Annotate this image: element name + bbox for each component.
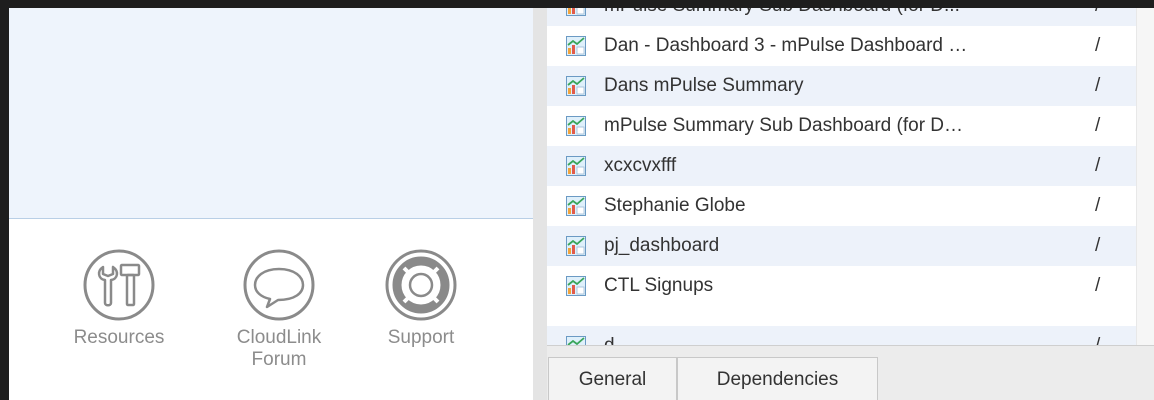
list-item[interactable]: pj_dashboard / (547, 226, 1137, 266)
dashboard-name: Dan - Dashboard 3 - mPulse Dashboard … (604, 35, 968, 56)
list-item[interactable]: xcxcvxfff / (547, 146, 1137, 186)
dashboard-name: mPulse Summary Sub Dashboard (for D... (604, 8, 960, 17)
list-item[interactable]: Stephanie Globe / (547, 186, 1137, 226)
cloudlink-forum-label: CloudLink Forum (236, 327, 322, 370)
dashboard-icon (566, 196, 586, 216)
dashboard-path: / (1095, 275, 1101, 296)
dashboard-icon (566, 36, 586, 56)
dashboard-list: mPulse Summary Sub Dashboard (for D... /… (547, 8, 1154, 345)
lifebuoy-icon (385, 249, 457, 321)
resources-label: Resources (73, 327, 165, 348)
dashboard-icon (566, 336, 586, 345)
support-link[interactable]: Support (351, 247, 491, 349)
tab-dependencies[interactable]: Dependencies (677, 357, 878, 400)
dashboard-icon (566, 156, 586, 176)
dashboard-name: Stephanie Globe (604, 195, 746, 216)
resources-link[interactable]: Resources (49, 247, 189, 349)
dashboard-icon (566, 276, 586, 296)
dashboard-icon (566, 76, 586, 96)
dashboard-path: / (1095, 75, 1101, 96)
dashboard-path: / (1095, 155, 1101, 176)
dashboard-path: / (1095, 35, 1101, 56)
list-item[interactable]: CTL Signups / (547, 266, 1137, 306)
list-item[interactable]: mPulse Summary Sub Dashboard (for D... / (547, 8, 1137, 26)
speech-bubble-icon (243, 249, 315, 321)
tab-general[interactable]: General (548, 357, 677, 400)
support-label: Support (387, 327, 455, 348)
left-content-area (9, 8, 533, 219)
app-window: Resources CloudLink Forum Support Dan - … (0, 0, 1154, 400)
cloudlink-forum-link[interactable]: CloudLink Forum (209, 247, 349, 371)
left-panel: Resources CloudLink Forum Support (9, 8, 533, 400)
dashboard-name: mPulse Summary Sub Dashboard (for D… (604, 115, 964, 136)
dashboard-path: / (1095, 115, 1101, 136)
dashboard-path: / (1095, 8, 1100, 17)
dashboard-icon (566, 236, 586, 256)
window-top-border (0, 0, 1154, 8)
list-item[interactable]: Dan - Dashboard 3 - mPulse Dashboard … / (547, 26, 1137, 66)
help-links: Resources CloudLink Forum Support (9, 219, 533, 400)
tools-icon (83, 249, 155, 321)
list-item[interactable]: mPulse Summary Sub Dashboard (for D… / (547, 106, 1137, 146)
dashboard-name: CTL Signups (604, 275, 714, 296)
dashboard-icon (566, 116, 586, 136)
list-item[interactable]: Dans mPulse Summary / (547, 66, 1137, 106)
dashboard-path: / (1095, 235, 1101, 256)
dashboard-path: / (1095, 195, 1101, 216)
dashboard-name: pj_dashboard (604, 235, 720, 256)
dashboard-name: Dans mPulse Summary (604, 75, 804, 96)
pane-splitter[interactable] (533, 8, 547, 400)
list-item[interactable]: d... / (547, 326, 1137, 345)
details-tabs: General Dependencies (547, 345, 1154, 400)
window-left-border (0, 0, 9, 400)
list-scrollbar[interactable] (1136, 8, 1154, 345)
dashboard-icon (566, 8, 586, 16)
dashboard-name: d... (604, 335, 630, 345)
dashboard-path: / (1095, 335, 1100, 345)
dashboard-name: xcxcvxfff (604, 155, 677, 176)
